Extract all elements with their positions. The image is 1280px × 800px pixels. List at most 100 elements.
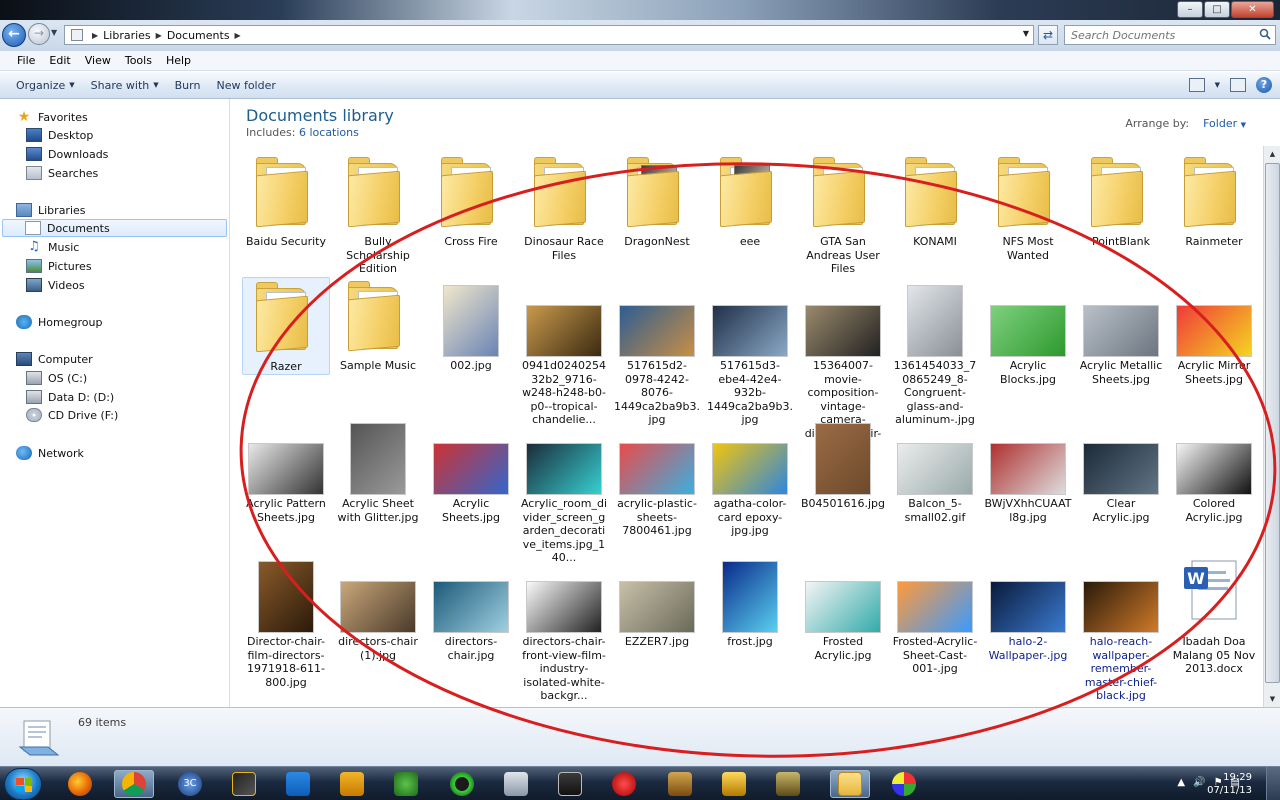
folder-item[interactable]: Rainmeter — [1170, 153, 1258, 249]
menu-file[interactable]: File — [10, 54, 42, 67]
file-item[interactable]: halo-reach-wallpaper-remember-master-chi… — [1077, 553, 1165, 703]
file-item[interactable]: Acrylic Sheet with Glitter.jpg — [334, 415, 422, 524]
file-item[interactable]: directors-chair-front-view-film-industry… — [520, 553, 608, 703]
file-item[interactable]: 517615d3-ebe4-42e4-932b-1449ca2ba9b3.jpg — [706, 277, 794, 427]
file-item[interactable]: 002.jpg — [427, 277, 515, 373]
menu-edit[interactable]: Edit — [42, 54, 77, 67]
folder-item[interactable]: Bully Scholarship Edition — [334, 153, 422, 276]
file-item[interactable]: Acrylic Mirror Sheets.jpg — [1170, 277, 1258, 386]
scroll-up-arrow[interactable]: ▲ — [1265, 146, 1280, 162]
chevron-down-icon[interactable]: ▼ — [1241, 121, 1246, 129]
menu-help[interactable]: Help — [159, 54, 198, 67]
folder-item[interactable]: PointBlank — [1077, 153, 1165, 249]
chevron-right-icon[interactable]: ▶ — [156, 31, 162, 40]
crossfire-taskbar-icon[interactable] — [550, 770, 590, 798]
folder-item[interactable]: DragonNest — [613, 153, 701, 249]
locations-link[interactable]: 6 locations — [299, 126, 359, 139]
nav-searches[interactable]: Searches — [26, 164, 98, 182]
burn-button[interactable]: Burn — [167, 79, 209, 92]
b-game-taskbar-icon[interactable] — [714, 770, 754, 798]
file-item[interactable]: EZZER7.jpg — [613, 553, 701, 649]
nav-network[interactable]: Network — [16, 444, 84, 462]
file-item[interactable]: Acrylic Pattern Sheets.jpg — [242, 415, 330, 524]
folder-item[interactable]: Dinosaur Race Files — [520, 153, 608, 262]
nav-music[interactable]: ♫ Music — [26, 238, 79, 256]
scroll-thumb[interactable] — [1265, 163, 1280, 683]
file-item[interactable]: Frosted Acrylic.jpg — [799, 553, 887, 662]
file-item[interactable]: Acrylic Metallic Sheets.jpg — [1077, 277, 1165, 386]
folder-item[interactable]: GTA San Andreas User Files — [799, 153, 887, 276]
nav-homegroup[interactable]: Homegroup — [16, 313, 102, 331]
folder-item[interactable]: Sample Music — [334, 277, 422, 373]
explorer-taskbar-icon[interactable] — [830, 770, 870, 798]
file-item[interactable]: Frosted-Acrylic-Sheet-Cast-001-.jpg — [891, 553, 979, 676]
file-item[interactable]: Acrylic Blocks.jpg — [984, 277, 1072, 386]
share-with-button[interactable]: Share with ▼ — [83, 79, 167, 92]
file-item[interactable]: Balcon_5-small02.gif — [891, 415, 979, 524]
nav-desktop[interactable]: Desktop — [26, 126, 93, 144]
start-button[interactable] — [4, 768, 42, 800]
file-item[interactable]: Acrylic_room_divider_screen_garden_decor… — [520, 415, 608, 565]
file-item[interactable]: directors-chair.jpg — [427, 553, 515, 662]
red-app-taskbar-icon[interactable] — [604, 770, 644, 798]
folder-item[interactable]: Cross Fire — [427, 153, 515, 249]
maximize-button[interactable]: □ — [1204, 1, 1230, 18]
folder-item[interactable]: Razer — [242, 277, 330, 375]
scroll-down-arrow[interactable]: ▼ — [1265, 691, 1280, 707]
folder-item[interactable]: NFS Most Wanted — [984, 153, 1072, 262]
gremlin-taskbar-icon[interactable] — [386, 770, 426, 798]
game-launcher-taskbar-icon[interactable] — [332, 770, 372, 798]
search-input[interactable] — [1065, 26, 1250, 44]
file-item[interactable]: Colored Acrylic.jpg — [1170, 415, 1258, 524]
counter-strike-taskbar-icon[interactable] — [496, 770, 536, 798]
folder-item[interactable]: Baidu Security — [242, 153, 330, 249]
firefox-taskbar-icon[interactable] — [60, 770, 100, 798]
nav-libraries[interactable]: Libraries — [16, 201, 86, 219]
address-dropdown-icon[interactable]: ▼ — [1023, 29, 1029, 38]
recent-pages-dropdown[interactable]: ▼ — [51, 28, 61, 40]
nav-videos[interactable]: Videos — [26, 276, 85, 294]
organize-button[interactable]: Organize ▼ — [8, 79, 83, 92]
nav-drive-d[interactable]: Data D: (D:) — [26, 388, 114, 406]
file-item[interactable]: 0941d024025432b2_9716-w248-h248-b0-p0--t… — [520, 277, 608, 427]
vertical-scrollbar[interactable]: ▲ ▼ — [1263, 146, 1280, 707]
nav-computer[interactable]: Computer — [16, 350, 93, 368]
volume-icon[interactable]: 🔊 — [1193, 777, 1205, 788]
forward-button[interactable]: → — [28, 23, 50, 45]
new-folder-button[interactable]: New folder — [208, 79, 283, 92]
view-dropdown-icon[interactable]: ▼ — [1215, 81, 1220, 89]
dota-taskbar-icon[interactable] — [660, 770, 700, 798]
change-view-icon[interactable] — [1188, 78, 1205, 92]
arrange-dropdown[interactable]: Folder — [1203, 117, 1237, 130]
menu-view[interactable]: View — [78, 54, 118, 67]
chrome-taskbar-icon[interactable] — [114, 770, 154, 798]
winamp-taskbar-icon[interactable] — [224, 770, 264, 798]
file-item[interactable]: acrylic-plastic-sheets-7800461.jpg — [613, 415, 701, 538]
address-bar[interactable]: ▶ Libraries ▶ Documents ▶ ▼ — [64, 25, 1034, 45]
breadcrumb-libraries[interactable]: Libraries — [103, 29, 151, 42]
minimize-button[interactable]: – — [1177, 1, 1203, 18]
preview-pane-icon[interactable] — [1230, 78, 1246, 92]
chevron-right-icon[interactable]: ▶ — [92, 31, 98, 40]
file-item[interactable]: directors-chair (1).jpg — [334, 553, 422, 662]
file-item[interactable]: 517615d2-0978-4242-8076-1449ca2ba9b3.jpg — [613, 277, 701, 427]
close-button[interactable]: ✕ — [1231, 1, 1274, 18]
back-button[interactable]: ← — [2, 23, 26, 47]
nav-drive-f[interactable]: CD Drive (F:) — [26, 406, 118, 424]
file-item[interactable]: Director-chair-film-directors-1971918-61… — [242, 553, 330, 689]
folder-item[interactable]: KONAMI — [891, 153, 979, 249]
file-item[interactable]: W Ibadah Doa Malang 05 Nov 2013.docx — [1170, 553, 1258, 676]
nav-favorites[interactable]: ★ Favorites — [16, 108, 88, 126]
clock[interactable]: 19:29 07/11/13 — [1207, 771, 1252, 797]
folder-item[interactable]: eee — [706, 153, 794, 249]
paint-taskbar-icon[interactable] — [884, 770, 924, 798]
file-item[interactable]: Acrylic Sheets.jpg — [427, 415, 515, 524]
tray-expand-icon[interactable]: ▲ — [1177, 777, 1185, 788]
nav-drive-c[interactable]: OS (C:) — [26, 369, 87, 387]
teamviewer-taskbar-icon[interactable] — [278, 770, 318, 798]
nav-documents[interactable]: Documents — [2, 219, 227, 237]
file-item[interactable]: halo-2-Wallpaper-.jpg — [984, 553, 1072, 662]
chevron-right-icon[interactable]: ▶ — [235, 31, 241, 40]
file-item[interactable]: frost.jpg — [706, 553, 794, 649]
file-item[interactable]: 1361454033_70865249_8-Congruent-glass-an… — [891, 277, 979, 427]
